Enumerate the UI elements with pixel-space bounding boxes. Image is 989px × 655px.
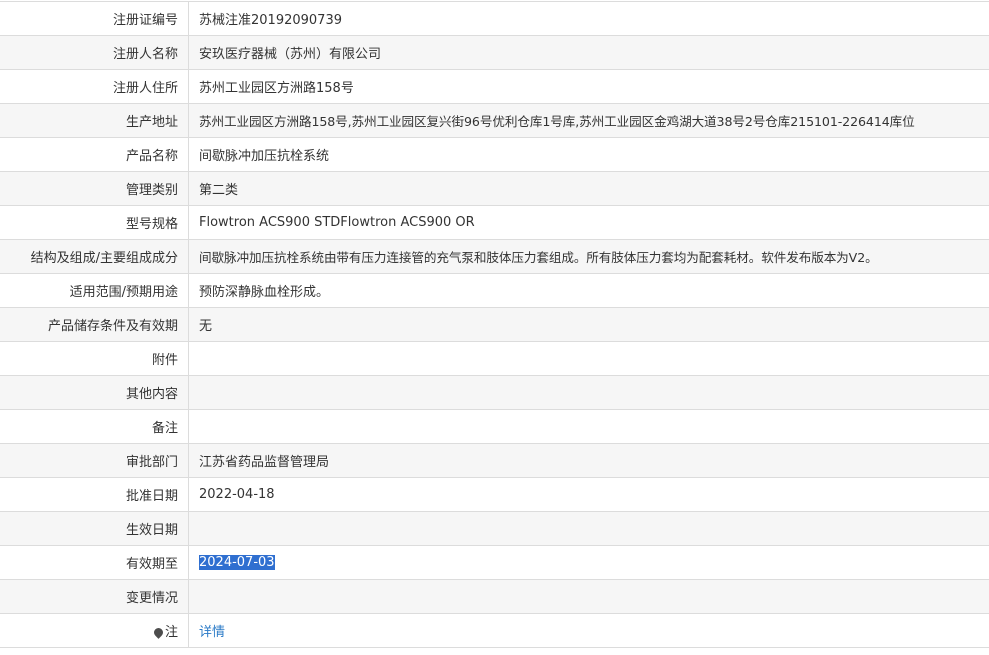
field-label: 适用范围/预期用途 xyxy=(0,274,189,308)
field-label: 型号规格 xyxy=(0,206,189,240)
table-row: 变更情况 xyxy=(0,580,989,614)
field-value: 第二类 xyxy=(189,172,989,206)
field-value xyxy=(189,580,989,614)
field-value xyxy=(189,342,989,376)
field-value-cell: 详情 xyxy=(189,614,989,648)
table-row: 有效期至 2024-07-03 xyxy=(0,546,989,580)
field-label: 审批部门 xyxy=(0,444,189,478)
field-value xyxy=(189,410,989,444)
field-value: 2022-04-18 xyxy=(189,478,989,512)
field-value: 预防深静脉血栓形成。 xyxy=(189,274,989,308)
field-label: 生产地址 xyxy=(0,104,189,138)
field-label: 产品名称 xyxy=(0,138,189,172)
table-row: 批准日期 2022-04-18 xyxy=(0,478,989,512)
field-value: 江苏省药品监督管理局 xyxy=(189,444,989,478)
field-label: 变更情况 xyxy=(0,580,189,614)
field-label: 附件 xyxy=(0,342,189,376)
table-row: 注册人名称 安玖医疗器械（苏州）有限公司 xyxy=(0,36,989,70)
table-row: 审批部门 江苏省药品监督管理局 xyxy=(0,444,989,478)
field-label-cell: 注 xyxy=(0,614,189,648)
registration-detail-table: 注册证编号 苏械注准20192090739 注册人名称 安玖医疗器械（苏州）有限… xyxy=(0,1,989,648)
field-label: 备注 xyxy=(0,410,189,444)
pin-icon xyxy=(152,626,165,639)
table-row: 型号规格 Flowtron ACS900 STDFlowtron ACS900 … xyxy=(0,206,989,240)
field-label: 结构及组成/主要组成成分 xyxy=(0,240,189,274)
table-row: 产品储存条件及有效期 无 xyxy=(0,308,989,342)
field-label: 产品储存条件及有效期 xyxy=(0,308,189,342)
field-value: Flowtron ACS900 STDFlowtron ACS900 OR xyxy=(189,206,989,240)
details-link[interactable]: 详情 xyxy=(199,625,225,640)
field-value: 间歇脉冲加压抗栓系统由带有压力连接管的充气泵和肢体压力套组成。所有肢体压力套均为… xyxy=(189,240,989,274)
field-label: 注册人住所 xyxy=(0,70,189,104)
field-value: 苏州工业园区方洲路158号,苏州工业园区复兴街96号优利仓库1号库,苏州工业园区… xyxy=(189,104,989,138)
table-row: 注 详情 xyxy=(0,614,989,648)
field-value: 苏械注准20192090739 xyxy=(189,2,989,36)
field-label: 注册人名称 xyxy=(0,36,189,70)
field-value: 无 xyxy=(189,308,989,342)
field-value xyxy=(189,376,989,410)
field-label: 批准日期 xyxy=(0,478,189,512)
field-value: 安玖医疗器械（苏州）有限公司 xyxy=(189,36,989,70)
table-row: 注册证编号 苏械注准20192090739 xyxy=(0,2,989,36)
table-row: 产品名称 间歇脉冲加压抗栓系统 xyxy=(0,138,989,172)
table-row: 适用范围/预期用途 预防深静脉血栓形成。 xyxy=(0,274,989,308)
table-row: 备注 xyxy=(0,410,989,444)
field-label: 注册证编号 xyxy=(0,2,189,36)
table-row: 注册人住所 苏州工业园区方洲路158号 xyxy=(0,70,989,104)
table-row: 管理类别 第二类 xyxy=(0,172,989,206)
field-value: 间歇脉冲加压抗栓系统 xyxy=(189,138,989,172)
table-row: 其他内容 xyxy=(0,376,989,410)
table-row: 生效日期 xyxy=(0,512,989,546)
field-label: 有效期至 xyxy=(0,546,189,580)
field-value: 苏州工业园区方洲路158号 xyxy=(189,70,989,104)
table-row: 附件 xyxy=(0,342,989,376)
selected-expiry-date[interactable]: 2024-07-03 xyxy=(199,555,275,570)
table-row: 生产地址 苏州工业园区方洲路158号,苏州工业园区复兴街96号优利仓库1号库,苏… xyxy=(0,104,989,138)
field-label: 生效日期 xyxy=(0,512,189,546)
field-value xyxy=(189,512,989,546)
field-label: 管理类别 xyxy=(0,172,189,206)
table-row: 结构及组成/主要组成成分 间歇脉冲加压抗栓系统由带有压力连接管的充气泵和肢体压力… xyxy=(0,240,989,274)
field-value-cell: 2024-07-03 xyxy=(189,546,989,580)
field-label: 其他内容 xyxy=(0,376,189,410)
note-label: 注 xyxy=(165,625,178,640)
